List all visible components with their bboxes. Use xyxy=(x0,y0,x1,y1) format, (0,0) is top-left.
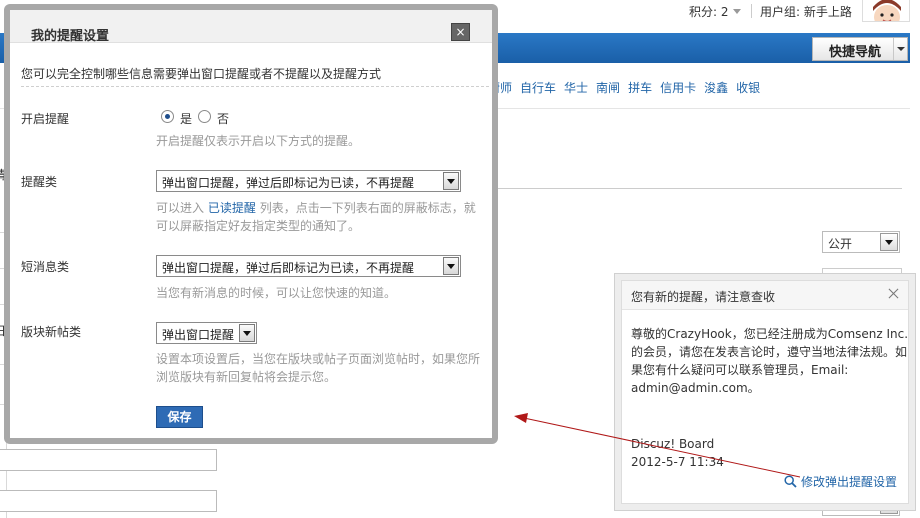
chevron-down-icon xyxy=(443,172,459,190)
score-menu[interactable]: 积分: 2 xyxy=(689,3,741,20)
text-input[interactable] xyxy=(0,490,217,512)
sub-nav-link[interactable]: 浚鑫 xyxy=(704,81,728,95)
chevron-down-icon xyxy=(893,38,907,60)
notification-body: 您有新的提醒，请注意查收 尊敬的CrazyHook，您已经注册成为Comsenz… xyxy=(621,280,909,504)
save-button[interactable]: 保存 xyxy=(156,406,203,428)
dialog-title: 我的提醒设置 xyxy=(31,29,110,44)
notification-time: 2012-5-7 11:34 xyxy=(631,455,724,469)
divider xyxy=(751,4,752,18)
new-post-type-value: 弹出窗口提醒 xyxy=(162,328,235,342)
divider xyxy=(498,188,902,189)
reminder-type-select[interactable]: 弹出窗口提醒，弹过后即标记为已读，不再提醒 xyxy=(156,170,461,192)
chevron-down-icon xyxy=(443,257,459,275)
enable-description: 开启提醒仅表示开启以下方式的提醒。 xyxy=(156,134,361,148)
privacy-select[interactable]: 公开 xyxy=(822,231,900,253)
usergroup-label: 用户组: 新手上路 xyxy=(760,5,852,19)
notification-popup: 您有新的提醒，请注意查收 尊敬的CrazyHook，您已经注册成为Comsenz… xyxy=(614,273,916,511)
chevron-down-icon xyxy=(732,9,741,14)
reminder-type-desc-prefix: 可以进入 xyxy=(156,201,205,215)
enable-yes-radio[interactable] xyxy=(161,110,174,123)
message-type-description: 当您有新消息的时候，可以让您快速的知道。 xyxy=(156,286,397,300)
enable-no-label: 否 xyxy=(217,112,230,126)
sub-nav-link[interactable]: 拼车 xyxy=(628,81,652,95)
reminder-type-value: 弹出窗口提醒，弹过后即标记为已读，不再提醒 xyxy=(162,176,415,190)
notification-sender: Discuz! Board xyxy=(631,437,715,451)
close-button[interactable]: × xyxy=(451,23,470,41)
new-post-type-description: 设置本项设置后，当您在版块或帖子页面浏览帖时，如果您所浏览版块有新回复帖将会提示… xyxy=(156,352,481,384)
edit-popup-settings-link[interactable]: 修改弹出提醒设置 xyxy=(784,473,897,490)
sub-nav-link[interactable]: 南闸 xyxy=(596,81,620,95)
enable-yes-label: 是 xyxy=(180,112,193,126)
new-post-type-select[interactable]: 弹出窗口提醒 xyxy=(156,322,257,344)
avatar[interactable] xyxy=(862,0,910,22)
quick-nav-button[interactable]: 快捷导航 xyxy=(812,37,908,61)
privacy-select-value: 公开 xyxy=(828,237,853,251)
notification-title: 您有新的提醒，请注意查收 xyxy=(631,290,776,304)
close-icon: × xyxy=(455,25,466,39)
dialog-body: 我的提醒设置 × 您可以完全控制哪些信息需要弹出窗口提醒或者不提醒以及提醒方式 … xyxy=(10,10,492,438)
message-type-label: 短消息类 xyxy=(21,260,70,274)
reminder-settings-dialog: 我的提醒设置 × 您可以完全控制哪些信息需要弹出窗口提醒或者不提醒以及提醒方式 … xyxy=(4,4,498,444)
sub-nav-links: 厨师 自行车 华士 南闸 拼车 信用卡 浚鑫 收银 xyxy=(488,79,768,96)
enable-label: 开启提醒 xyxy=(21,112,70,126)
text-input[interactable] xyxy=(0,449,217,471)
enable-no-radio[interactable] xyxy=(198,110,211,123)
score-label: 积分: 2 xyxy=(689,5,729,19)
edit-popup-settings-label: 修改弹出提醒设置 xyxy=(801,475,898,489)
dialog-intro: 您可以完全控制哪些信息需要弹出窗口提醒或者不提醒以及提醒方式 xyxy=(21,67,382,81)
notification-header: 您有新的提醒，请注意查收 xyxy=(622,281,908,310)
reminder-type-description: 可以进入 已读提醒 列表，点击一下列表右面的屏蔽标志，就可以屏蔽指定好友指定类型… xyxy=(156,199,486,235)
message-type-value: 弹出窗口提醒，弹过后即标记为已读，不再提醒 xyxy=(162,261,415,275)
sub-nav-link[interactable]: 华士 xyxy=(564,81,588,95)
notification-signature: Discuz! Board 2012-5-7 11:34 xyxy=(631,435,724,471)
read-reminders-link[interactable]: 已读提醒 xyxy=(208,201,256,215)
divider xyxy=(21,86,489,87)
reminder-type-desc-suffix: 列表，点击一下列表右面的屏蔽标志，就可以屏蔽指定好友指定类型的通知了。 xyxy=(156,201,476,233)
search-icon xyxy=(784,475,797,488)
chevron-down-icon xyxy=(880,233,898,251)
quick-nav-label: 快捷导航 xyxy=(829,45,882,60)
notification-message: 尊敬的CrazyHook，您已经注册成为Comsenz Inc.的会员，请您在发… xyxy=(631,327,909,395)
reminder-type-label: 提醒类 xyxy=(21,175,58,189)
new-post-type-label: 版块新帖类 xyxy=(21,325,82,339)
sub-nav-link[interactable]: 收银 xyxy=(736,81,760,95)
message-type-select[interactable]: 弹出窗口提醒，弹过后即标记为已读，不再提醒 xyxy=(156,255,461,277)
chevron-down-icon xyxy=(239,324,255,342)
sub-nav-link[interactable]: 信用卡 xyxy=(660,81,696,95)
dialog-header: 我的提醒设置 × xyxy=(10,10,492,44)
avatar-face-icon xyxy=(873,0,901,21)
sub-nav-link[interactable]: 自行车 xyxy=(520,81,556,95)
close-icon[interactable] xyxy=(887,287,901,301)
